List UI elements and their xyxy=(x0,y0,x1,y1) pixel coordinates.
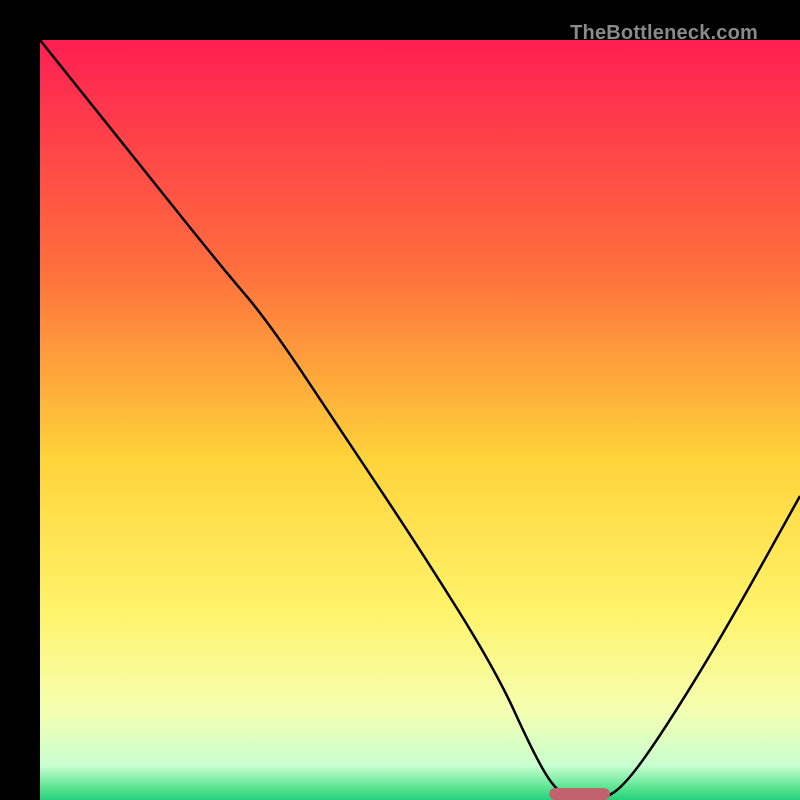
bottleneck-chart xyxy=(40,40,800,800)
gradient-background xyxy=(40,40,800,800)
watermark-text: TheBottleneck.com xyxy=(570,22,758,45)
minimum-marker xyxy=(549,788,610,800)
chart-frame: TheBottleneck.com xyxy=(0,0,800,800)
